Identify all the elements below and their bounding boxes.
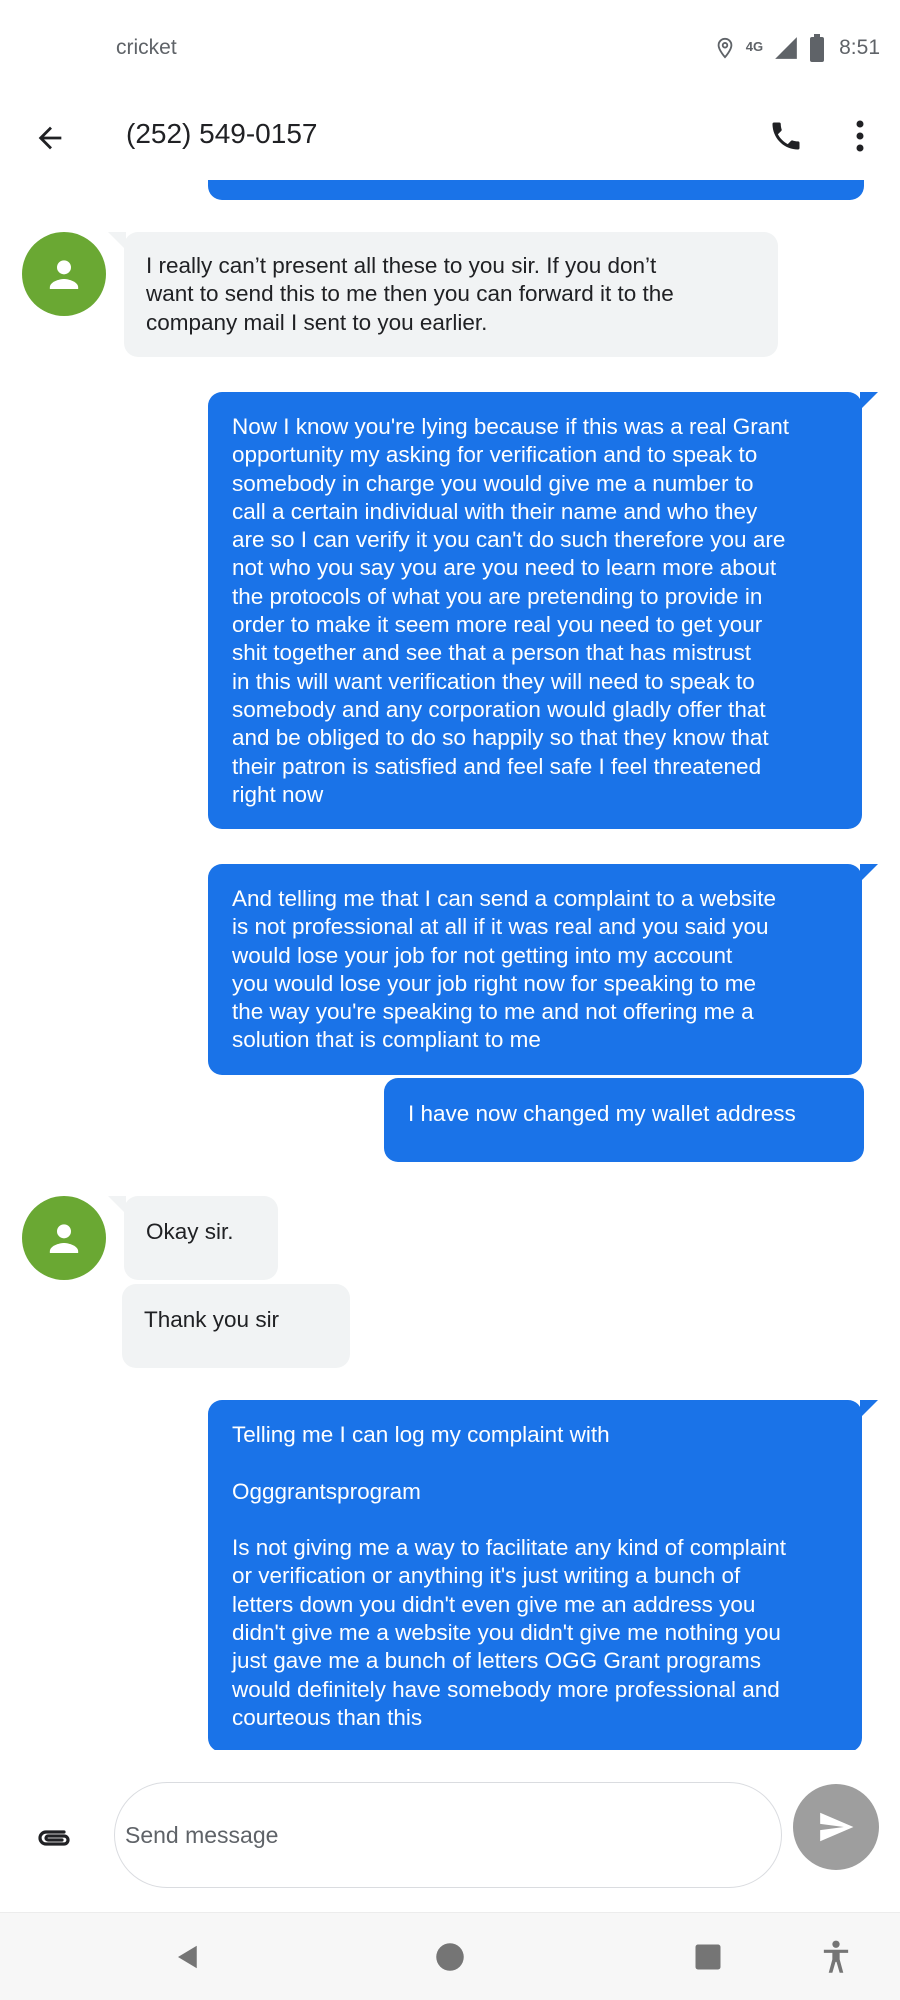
more-options-button[interactable]	[840, 112, 880, 160]
attach-button[interactable]	[30, 1816, 82, 1860]
network-4g-lte-icon: 4G	[745, 38, 764, 54]
call-button[interactable]	[762, 112, 810, 160]
status-icons: 4G 8:51	[714, 32, 880, 64]
message-bubble-sent[interactable]: I have now changed my wallet address	[384, 1078, 864, 1162]
message-bubble-sent[interactable]: Telling me I can log my complaint with O…	[208, 1400, 862, 1750]
back-button[interactable]	[28, 116, 72, 160]
nav-home-button[interactable]	[422, 1929, 478, 1985]
message-bubble-partial	[208, 180, 864, 200]
message-input[interactable]	[114, 1782, 782, 1888]
bubble-tail	[860, 864, 878, 882]
app-bar: (252) 549-0157	[0, 96, 900, 180]
message-bubble-received[interactable]: I really can’t present all these to you …	[124, 232, 778, 357]
avatar[interactable]	[22, 232, 106, 316]
person-icon	[49, 260, 79, 289]
bubble-tail	[860, 392, 878, 410]
message-bubble-sent[interactable]: And telling me that I can send a complai…	[208, 864, 862, 1075]
conversation-list[interactable]: I really can’t present all these to you …	[0, 180, 900, 1750]
send-button[interactable]	[793, 1784, 879, 1870]
status-bar: cricket 4G 8:51	[0, 0, 900, 96]
clock-time: 8:51	[839, 36, 880, 59]
bubble-tail	[860, 1400, 878, 1418]
contact-title: (252) 549-0157	[126, 118, 318, 149]
back-triangle-icon	[178, 1945, 197, 1969]
message-bubble-received[interactable]: Thank you sir	[122, 1284, 350, 1368]
nav-back-button[interactable]	[160, 1929, 216, 1985]
nav-recents-button[interactable]	[680, 1929, 736, 1985]
person-icon	[49, 1224, 79, 1253]
more-vert-icon	[856, 120, 864, 152]
carrier-name: cricket	[116, 36, 177, 59]
message-bubble-sent[interactable]: Now I know you're lying because if this …	[208, 392, 862, 830]
accessibility-icon	[823, 1940, 849, 1973]
location-icon	[714, 34, 736, 62]
message-bubble-received[interactable]: Okay sir.	[124, 1196, 278, 1280]
signal-icon	[773, 35, 799, 61]
phone-icon	[772, 122, 800, 150]
battery-icon	[809, 34, 825, 62]
recents-square-icon	[695, 1944, 721, 1970]
avatar[interactable]	[22, 1196, 106, 1280]
home-circle-icon	[436, 1943, 464, 1971]
navigation-bar	[0, 1912, 900, 2000]
attach-icon	[38, 1830, 70, 1846]
send-icon	[820, 1812, 854, 1842]
nav-accessibility-button[interactable]	[808, 1929, 864, 1985]
back-arrow-icon	[38, 126, 62, 150]
compose-bar	[0, 1760, 900, 1910]
